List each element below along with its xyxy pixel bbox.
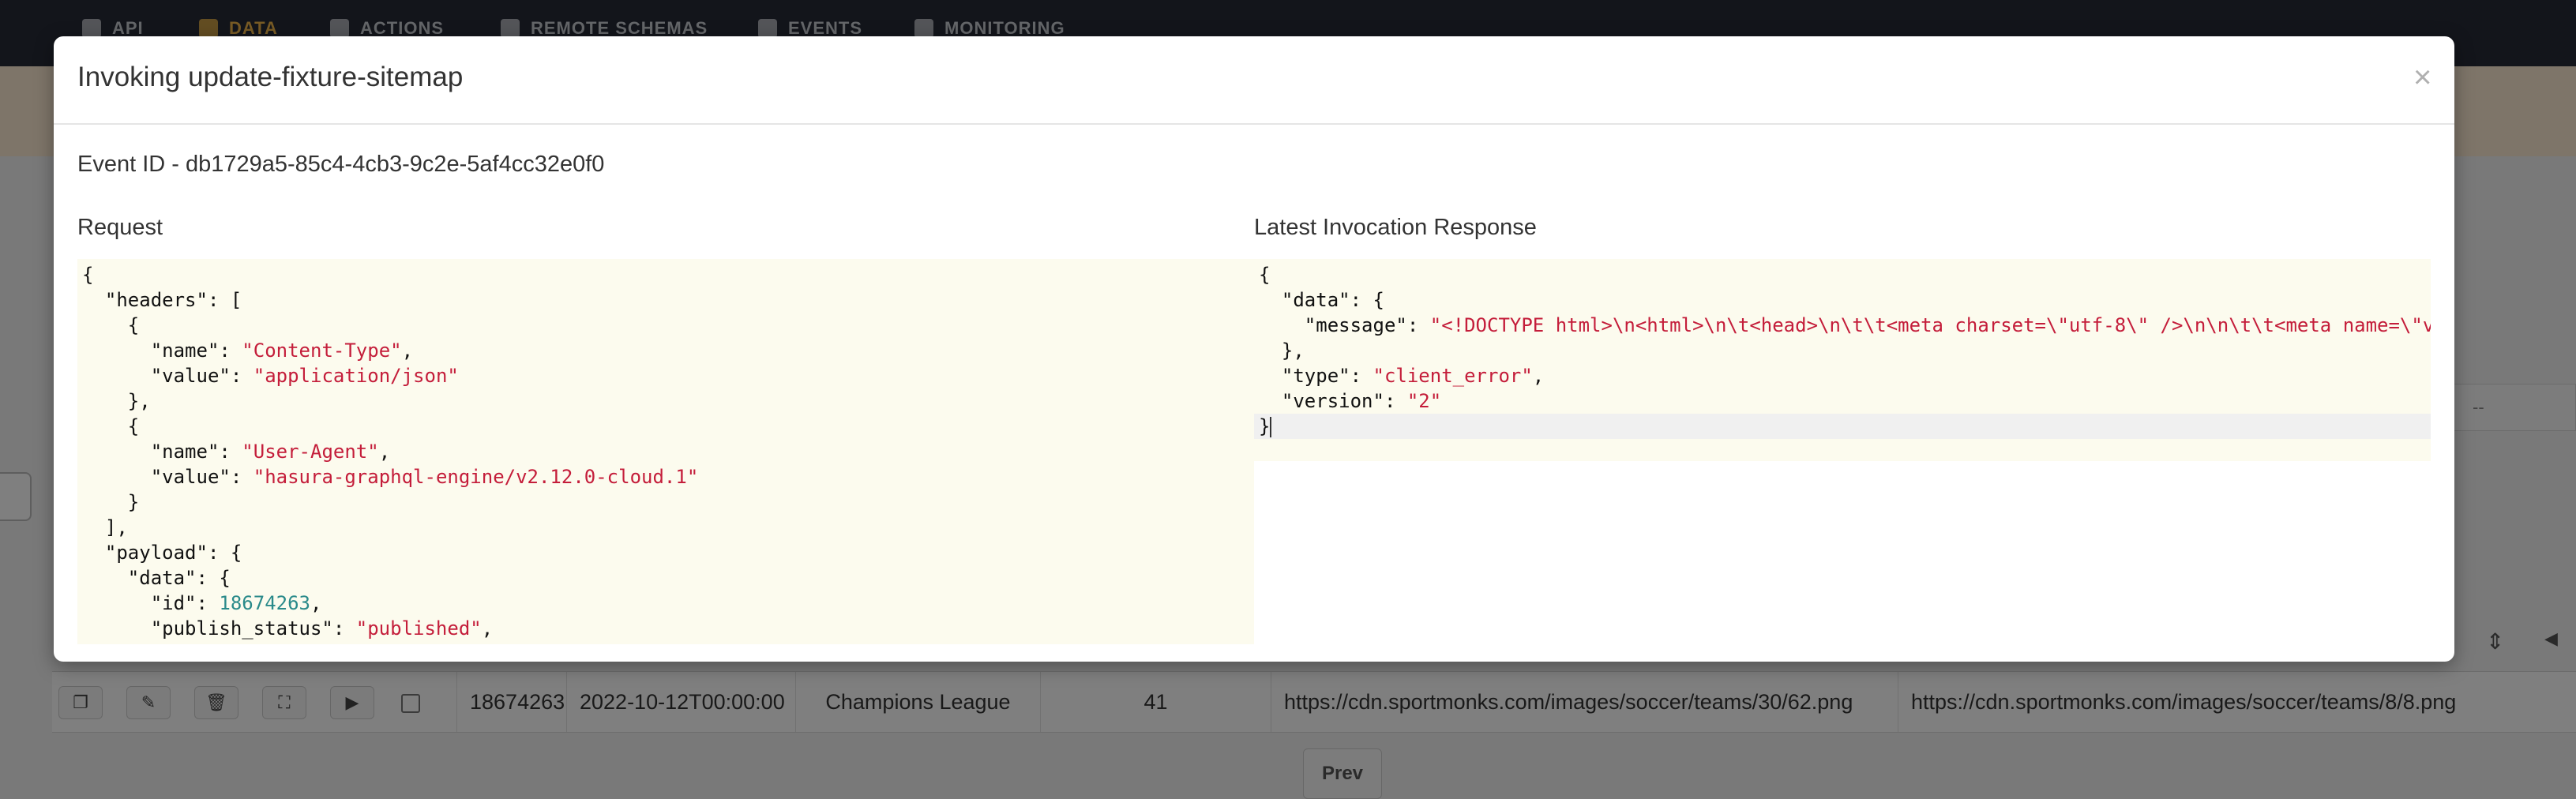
header-value-2: hasura-graphql-engine/v2.12.0-cloud.1 xyxy=(265,466,687,488)
header-name-1: Content-Type xyxy=(253,339,391,362)
request-heading: Request xyxy=(77,215,163,240)
event-id: Event ID - db1729a5-85c4-4cb3-9c2e-5af4c… xyxy=(77,152,605,177)
modal-title: Invoking update-fixture-sitemap xyxy=(77,62,464,92)
header-value-1: application/json xyxy=(265,365,448,387)
active-line-highlight xyxy=(1254,414,2431,439)
response-json-viewer[interactable]: { "data": { "message": "<!DOCTYPE html>\… xyxy=(1254,259,2431,461)
response-type: client_error xyxy=(1384,365,1522,387)
response-heading: Latest Invocation Response xyxy=(1254,215,1537,240)
response-version: 2 xyxy=(1418,390,1430,412)
payload-id: 18674263 xyxy=(219,592,310,614)
text-cursor xyxy=(1270,417,1272,437)
invocation-modal: Invoking update-fixture-sitemap × Event … xyxy=(54,36,2454,662)
modal-header: Invoking update-fixture-sitemap × xyxy=(54,36,2454,125)
publish-status: published xyxy=(367,617,471,640)
close-icon[interactable]: × xyxy=(2413,60,2431,96)
header-name-2: User-Agent xyxy=(253,441,368,463)
response-message: "<!DOCTYPE html>\n<html>\n\t<head>\n\t\t… xyxy=(1429,314,2431,336)
request-json-viewer[interactable]: { "headers": [ { "name": "Content-Type",… xyxy=(77,259,1254,644)
